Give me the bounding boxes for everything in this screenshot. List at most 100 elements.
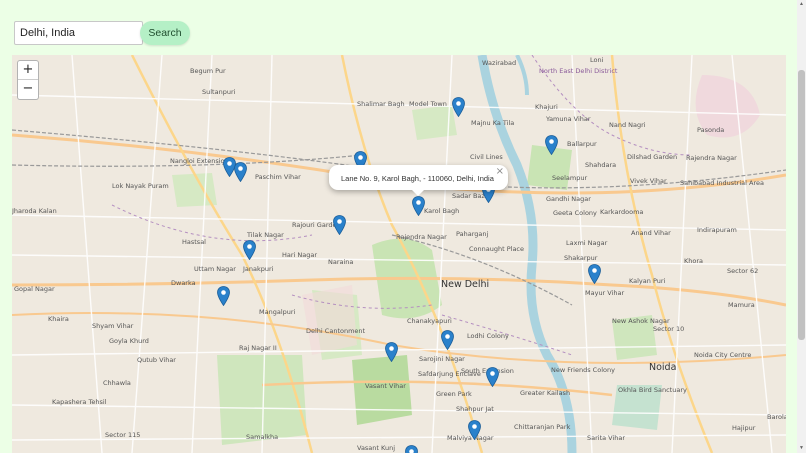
map-marker-icon[interactable] bbox=[588, 264, 601, 285]
place-label: New Delhi bbox=[441, 279, 490, 290]
place-label: Tilak Nagar bbox=[247, 231, 284, 239]
map-marker-icon[interactable] bbox=[333, 215, 346, 236]
place-label: Chanakyapuri bbox=[407, 317, 452, 325]
place-label: Barola bbox=[767, 413, 786, 421]
place-label: Gopal Nagar bbox=[14, 285, 55, 293]
place-label: Connaught Place bbox=[469, 245, 524, 253]
place-label: Vasant Vihar bbox=[365, 382, 406, 390]
place-label: Rajendra Nagar bbox=[396, 233, 447, 241]
place-label: Vivek Vihar bbox=[630, 177, 667, 185]
place-label: Sultanpuri bbox=[202, 88, 236, 96]
place-label: New Friends Colony bbox=[551, 366, 615, 374]
place-label: Geeta Colony bbox=[553, 209, 597, 217]
map-marker-icon[interactable] bbox=[468, 420, 481, 441]
place-label: Okhla Bird Sanctuary bbox=[618, 386, 687, 394]
place-label: Chittaranjan Park bbox=[514, 423, 571, 431]
place-label: Shahdara bbox=[585, 161, 617, 169]
marker-popup: Lane No. 9, Karol Bagh, ‐ 110060, Delhi,… bbox=[329, 165, 508, 196]
map-marker-icon[interactable] bbox=[243, 240, 256, 261]
place-label: Begum Pur bbox=[190, 67, 226, 75]
place-label: Khaira bbox=[48, 315, 69, 323]
search-button[interactable]: Search bbox=[140, 21, 190, 45]
page-scrollbar[interactable]: ▲ ▼ bbox=[797, 0, 806, 453]
place-label: Hastsal bbox=[182, 238, 206, 246]
map-marker-icon[interactable] bbox=[441, 330, 454, 351]
map-marker-icon[interactable] bbox=[452, 97, 465, 118]
scroll-down-icon[interactable]: ▼ bbox=[797, 444, 806, 453]
place-label: Loni bbox=[590, 56, 604, 64]
place-label: Ballarpur bbox=[567, 140, 597, 148]
place-label: Raj Nagar II bbox=[239, 344, 277, 352]
scroll-thumb[interactable] bbox=[798, 70, 805, 340]
place-label: Sarojini Nagar bbox=[419, 355, 465, 363]
place-label: Sector 10 bbox=[653, 325, 685, 333]
map-marker-icon[interactable] bbox=[545, 135, 558, 156]
map-view[interactable]: + − Wazirabad Loni North East Delhi Distri… bbox=[12, 55, 786, 453]
place-label: Nangloi Extension bbox=[170, 157, 229, 165]
place-label: Lodhi Colony bbox=[467, 332, 509, 340]
place-label: Khajuri bbox=[535, 103, 558, 111]
place-label: Sector 115 bbox=[105, 431, 141, 439]
map-marker-icon[interactable] bbox=[385, 342, 398, 363]
place-label: Shyam Vihar bbox=[92, 322, 134, 330]
place-label: Laxmi Nagar bbox=[566, 239, 608, 247]
place-label: Anand Vihar bbox=[631, 229, 671, 237]
place-label: Dilshad Garden bbox=[627, 153, 678, 161]
place-label: Wazirabad bbox=[482, 59, 517, 67]
place-label: Pasonda bbox=[697, 126, 725, 134]
place-label: Civil Lines bbox=[470, 153, 503, 161]
place-label: Dwarka bbox=[171, 279, 196, 287]
place-label: Greater Kailash bbox=[520, 389, 571, 397]
popup-address: Lane No. 9, Karol Bagh, ‐ 110060, Delhi,… bbox=[341, 174, 494, 183]
zoom-control: + − bbox=[17, 60, 39, 100]
popup-tip bbox=[411, 189, 425, 196]
place-label: Indirapuram bbox=[697, 226, 737, 234]
close-icon[interactable]: × bbox=[496, 166, 504, 177]
place-label: Khora bbox=[684, 257, 704, 265]
place-label: Chhawla bbox=[103, 379, 131, 387]
map-marker-icon[interactable] bbox=[405, 445, 418, 453]
map-marker-icon[interactable] bbox=[486, 367, 499, 388]
place-label: Qutub Vihar bbox=[137, 356, 176, 364]
place-label: New Ashok Nagar bbox=[612, 317, 670, 325]
zoom-in-button[interactable]: + bbox=[18, 61, 38, 80]
scroll-up-icon[interactable]: ▲ bbox=[797, 0, 806, 9]
search-input[interactable] bbox=[14, 21, 143, 45]
place-label: Rajendra Nagar bbox=[686, 154, 737, 162]
place-label: Model Town bbox=[409, 100, 447, 108]
place-label: Kalyan Puri bbox=[629, 277, 666, 285]
place-label: Shahpur Jat bbox=[456, 405, 494, 413]
map-marker-icon[interactable] bbox=[412, 196, 425, 217]
place-label: Green Park bbox=[436, 390, 472, 398]
place-label: Gandhi Nagar bbox=[546, 195, 591, 203]
place-label: Seelampur bbox=[552, 174, 588, 182]
place-label: Samalkha bbox=[246, 433, 279, 441]
zoom-out-button[interactable]: − bbox=[18, 80, 38, 98]
place-label: Majnu Ka Tila bbox=[471, 119, 515, 127]
place-label: Paschim Vihar bbox=[255, 173, 301, 181]
place-label: Lok Nayak Puram bbox=[112, 182, 169, 190]
place-label: Karkardooma bbox=[600, 208, 644, 216]
place-label: Delhi Cantonment bbox=[306, 327, 366, 335]
place-label: Goyla Khurd bbox=[109, 337, 149, 345]
place-label: Mayur Vihar bbox=[585, 289, 625, 297]
place-label: Uttam Nagar bbox=[194, 265, 236, 273]
place-label: Noida City Centre bbox=[694, 351, 752, 359]
place-label: Janakpuri bbox=[243, 265, 274, 273]
place-label: Karol Bagh bbox=[424, 207, 460, 215]
place-label: Shalimar Bagh bbox=[357, 100, 405, 108]
place-label: Nand Nagri bbox=[609, 121, 646, 129]
place-label: Mamura bbox=[728, 301, 755, 309]
place-label: Hajipur bbox=[732, 424, 756, 432]
place-label: Jharoda Kalan bbox=[12, 207, 57, 215]
place-label: Mangalpuri bbox=[259, 308, 296, 316]
place-label: Sahibabad Industrial Area bbox=[680, 179, 764, 187]
place-label: North East Delhi District bbox=[539, 67, 618, 75]
map-marker-icon[interactable] bbox=[217, 286, 230, 307]
place-label: Sarita Vihar bbox=[587, 434, 626, 442]
place-label: Naraina bbox=[328, 258, 354, 266]
map-marker-icon[interactable] bbox=[234, 162, 247, 183]
search-bar: Search bbox=[0, 0, 797, 55]
place-label: Paharganj bbox=[456, 230, 489, 238]
place-label: Vasant Kunj bbox=[357, 444, 396, 452]
